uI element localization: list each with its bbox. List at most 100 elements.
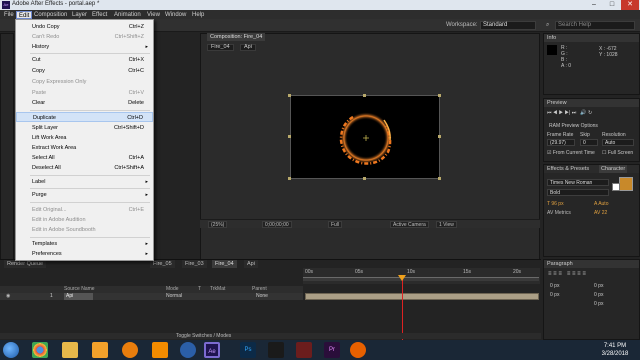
composition-tab[interactable]: Composition: Fire_04 — [207, 33, 266, 41]
menu-item-edit-original[interactable]: Edit Original... Ctrl+E — [16, 205, 153, 215]
firefox-icon[interactable] — [350, 342, 366, 358]
tab-fire03[interactable]: Fire_03 — [182, 260, 207, 268]
maximize-button[interactable]: □ — [603, 0, 621, 10]
camera-select[interactable]: Active Camera — [390, 221, 429, 228]
menu-item-paste[interactable]: Paste Ctrl+V — [16, 88, 153, 98]
menu-window[interactable]: Window — [163, 11, 188, 19]
views-select[interactable]: 1 View — [436, 221, 457, 228]
indent-left-value[interactable]: 0 px — [550, 283, 559, 289]
fill-color-swatch[interactable] — [619, 177, 633, 191]
menu-item-split-layer[interactable]: Split Layer Ctrl+Shift+D — [16, 123, 153, 133]
layer-name[interactable]: Api — [64, 293, 94, 300]
layer-parent-select[interactable]: None — [256, 293, 268, 300]
menu-effect[interactable]: Effect — [90, 11, 109, 19]
tab-effects-presets[interactable]: Effects & Presets — [547, 166, 589, 172]
transform-handle[interactable] — [438, 135, 441, 138]
playhead-line[interactable] — [402, 276, 403, 340]
font-family-select[interactable]: Times New Roman — [547, 179, 609, 186]
other-icon[interactable] — [296, 342, 312, 358]
vlc-icon[interactable] — [152, 342, 168, 358]
media-encoder-icon[interactable] — [268, 342, 284, 358]
menu-file[interactable]: File — [2, 11, 16, 19]
transform-handle[interactable] — [288, 94, 291, 97]
menu-item-cut[interactable]: Cut Ctrl+X — [16, 55, 153, 65]
indent-right-value[interactable]: 0 px — [594, 283, 603, 289]
alignment-buttons[interactable]: ≡ ≡ ≡ ≡ ≡ ≡ ≡ — [548, 271, 586, 277]
workspace-select[interactable]: Standard — [480, 21, 536, 30]
font-style-select[interactable]: Bold — [547, 189, 609, 196]
menu-item-templates[interactable]: Templates ▸ — [16, 239, 153, 249]
from-current-time-checkbox[interactable]: ☑ From Current Time — [547, 150, 595, 156]
start-button[interactable] — [3, 342, 19, 358]
time-ruler[interactable]: 00s 05s 10s 15s 20s — [303, 268, 540, 284]
space-before-value[interactable]: 0 px — [550, 292, 559, 298]
kerning-field[interactable]: AV Metrics — [547, 210, 571, 216]
skip-field[interactable]: 0 — [580, 139, 598, 146]
visibility-eye-icon[interactable]: ◉ — [6, 293, 10, 300]
menu-item-extract-work-area[interactable]: Extract Work Area — [16, 143, 153, 153]
taskbar-clock[interactable]: 7:41 PM 3/28/2018 — [598, 342, 632, 358]
layer-duration-bar[interactable] — [305, 293, 539, 300]
breadcrumb-api[interactable]: Api — [240, 44, 256, 51]
menu-item-edit-in-audition[interactable]: Edit in Adobe Audition — [16, 215, 153, 225]
preview-tab[interactable]: Preview — [544, 99, 639, 107]
transform-handle[interactable] — [438, 177, 441, 180]
photoshop-icon[interactable]: Ps — [240, 342, 256, 358]
breadcrumb-fire04[interactable]: Fire_04 — [207, 44, 234, 51]
transform-handle[interactable] — [363, 177, 366, 180]
menu-item-undo-copy[interactable]: Undo Copy Ctrl+Z — [16, 22, 153, 32]
resolution-preview-select[interactable]: Auto — [602, 139, 634, 146]
minimize-button[interactable]: – — [585, 0, 603, 10]
menu-item-preferences[interactable]: Preferences ▸ — [16, 249, 153, 259]
resolution-select[interactable]: Full — [328, 221, 343, 228]
playhead-handle[interactable] — [398, 275, 406, 281]
menu-animation[interactable]: Animation — [112, 11, 143, 19]
cinema4d-icon[interactable] — [180, 342, 196, 358]
menu-composition[interactable]: Composition — [32, 11, 69, 19]
first-line-indent-value[interactable]: 0 px — [594, 301, 603, 307]
menu-item-edit-in-soundbooth[interactable]: Edit in Adobe Soundbooth — [16, 225, 153, 235]
layer-mode-select[interactable]: Normal — [166, 293, 182, 300]
media-icon[interactable] — [92, 342, 108, 358]
menu-help[interactable]: Help — [190, 11, 206, 19]
paragraph-tab[interactable]: Paragraph — [544, 260, 639, 268]
frame-rate-select[interactable]: (29.97) — [547, 139, 575, 146]
menu-item-duplicate[interactable]: Duplicate Ctrl+D — [16, 112, 153, 122]
menu-item-purge[interactable]: Purge ▸ — [16, 190, 153, 200]
transform-handle[interactable] — [438, 94, 441, 97]
chrome-icon[interactable] — [32, 342, 48, 358]
premiere-icon[interactable]: Pr — [324, 342, 340, 358]
menu-item-cant-redo[interactable]: Can't Redo Ctrl+Shift+Z — [16, 32, 153, 42]
ram-preview-options[interactable]: RAM Preview Options — [549, 123, 598, 129]
tab-render-queue[interactable]: Render Queue — [4, 260, 47, 268]
tab-character[interactable]: Character — [599, 165, 628, 173]
transform-handle[interactable] — [288, 135, 291, 138]
info-tab[interactable]: Info — [544, 34, 639, 42]
close-button[interactable]: ✕ — [621, 0, 639, 10]
after-effects-icon[interactable]: Ae — [204, 342, 220, 358]
timecode-field[interactable]: 0;00;00;00 — [262, 221, 292, 228]
leading-field[interactable]: A Auto — [594, 201, 608, 207]
menu-item-lift-work-area[interactable]: Lift Work Area — [16, 133, 153, 143]
menu-item-deselect-all[interactable]: Deselect All Ctrl+Shift+A — [16, 163, 153, 173]
folder-icon[interactable] — [62, 342, 78, 358]
composition-canvas[interactable] — [290, 95, 440, 179]
menu-item-label-submenu[interactable]: Label ▸ — [16, 177, 153, 187]
tab-fire04[interactable]: Fire_04 — [212, 260, 237, 268]
menu-item-history[interactable]: History ▸ — [16, 42, 153, 52]
menu-item-copy-expression-only[interactable]: Copy Expression Only — [16, 77, 153, 87]
menu-view[interactable]: View — [145, 11, 162, 19]
transform-handle[interactable] — [288, 177, 291, 180]
blender-icon[interactable] — [122, 342, 138, 358]
zoom-select[interactable]: (25%) — [208, 221, 228, 228]
search-help-input[interactable]: Search Help — [555, 21, 635, 30]
stroke-color-swatch[interactable] — [612, 183, 620, 191]
menu-edit[interactable]: Edit — [16, 11, 33, 19]
menu-layer[interactable]: Layer — [70, 11, 89, 19]
layer-row[interactable]: ◉ 1 Api Normal None — [0, 293, 303, 300]
playback-controls[interactable]: ⏮ ◀ ▶ ▶| ⏭ 🔊 ↻ — [547, 110, 637, 117]
toggle-switches-modes[interactable]: Toggle Switches / Modes — [176, 333, 231, 339]
menu-item-copy[interactable]: Copy Ctrl+C — [16, 66, 153, 76]
font-size-field[interactable]: T 96 px — [547, 201, 564, 207]
transform-handle[interactable] — [363, 94, 366, 97]
